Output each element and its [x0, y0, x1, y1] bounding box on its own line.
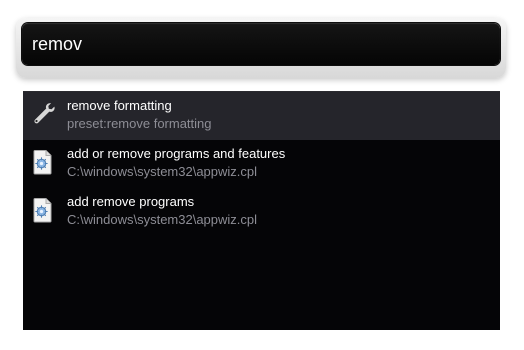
wrench-icon	[29, 100, 57, 128]
result-title: add or remove programs and features	[67, 146, 286, 161]
result-item-add-or-remove-programs-and-features[interactable]: add or remove programs and features C:\w…	[23, 140, 500, 188]
result-title: add remove programs	[67, 194, 195, 209]
launcher-window: remove formatting preset:remove formatti…	[0, 0, 524, 350]
control-panel-file-icon	[29, 196, 57, 224]
search-shell	[16, 18, 506, 78]
search-field-container[interactable]	[22, 23, 500, 65]
search-input[interactable]	[32, 34, 500, 54]
result-subtitle: C:\windows\system32\appwiz.cpl	[67, 164, 258, 179]
result-item-remove-formatting[interactable]: remove formatting preset:remove formatti…	[23, 92, 500, 140]
results-list: remove formatting preset:remove formatti…	[23, 91, 500, 330]
result-item-add-remove-programs[interactable]: add remove programs C:\windows\system32\…	[23, 188, 500, 236]
control-panel-file-icon	[29, 148, 57, 176]
result-subtitle: C:\windows\system32\appwiz.cpl	[67, 212, 258, 227]
result-subtitle: preset:remove formatting	[67, 116, 212, 131]
result-title: remove formatting	[67, 98, 172, 113]
